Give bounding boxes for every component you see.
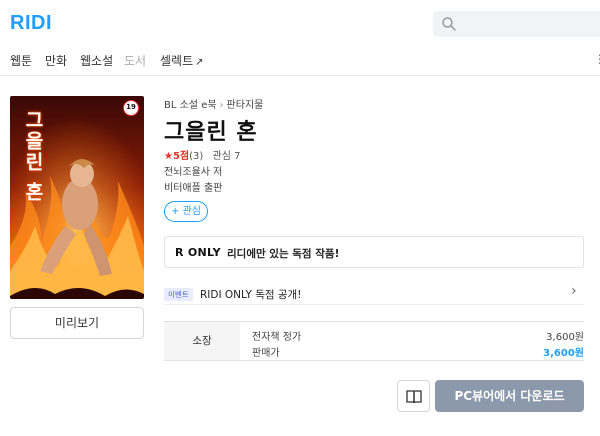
ridi-logo[interactable]: RIDI bbox=[10, 12, 52, 35]
ridi-only-logo: R ONLY bbox=[175, 246, 221, 259]
sale-price-label: 판매가 bbox=[252, 348, 280, 359]
rating-count[interactable]: (3) bbox=[189, 151, 203, 162]
price-table: 소장 전자책 정가 3,600원 판매가 3,600원 bbox=[164, 321, 584, 361]
event-text: RIDI ONLY 독점 공개! bbox=[200, 289, 302, 301]
open-book-button[interactable] bbox=[397, 380, 430, 412]
nav-item-select[interactable]: 셀렉트 ↗ bbox=[160, 52, 204, 69]
add-interest-button[interactable]: + 관심 bbox=[164, 201, 208, 222]
chevron-right-icon: › bbox=[219, 100, 224, 111]
preview-button[interactable]: 미리보기 bbox=[10, 307, 144, 339]
ebook-price-label: 전자책 정가 bbox=[252, 332, 302, 343]
nav-item-webnovel[interactable]: 웹소설 bbox=[80, 52, 113, 69]
ebook-price-value: 3,600원 bbox=[546, 332, 584, 343]
breadcrumb-genre[interactable]: 판타지물 bbox=[227, 100, 264, 111]
header: RIDI bbox=[0, 0, 600, 48]
nav-item-select-label: 셀렉트 bbox=[160, 54, 194, 68]
ridi-only-text: 리디에만 있는 독점 작품! bbox=[227, 248, 340, 260]
ridi-only-banner: R ONLY 리디에만 있는 독점 작품! bbox=[164, 236, 584, 268]
event-row[interactable]: 이벤트 RIDI ONLY 독점 공개! › bbox=[164, 283, 584, 305]
event-tag: 이벤트 bbox=[164, 288, 193, 301]
age-rating-badge: 19 bbox=[123, 100, 139, 116]
book-title: 그을린 혼 bbox=[164, 120, 258, 145]
cover-title-art: 그을린 혼 bbox=[22, 110, 44, 203]
book-cover[interactable]: 19 그을린 혼 bbox=[10, 96, 144, 299]
author[interactable]: 전뇌조율사 저 bbox=[164, 163, 222, 178]
rating-score: 5점 bbox=[172, 151, 190, 162]
nav-item-comics[interactable]: 만화 bbox=[45, 52, 67, 69]
star-icon: ★ bbox=[164, 151, 173, 162]
breadcrumb-category[interactable]: BL 소설 e북 bbox=[164, 100, 217, 111]
book-icon bbox=[406, 390, 422, 404]
chevron-right-icon: › bbox=[571, 283, 577, 299]
breadcrumb: BL 소설 e북 › 판타지물 bbox=[164, 96, 263, 111]
publisher[interactable]: 비터애플 출판 bbox=[164, 179, 222, 194]
sale-price-value: 3,600원 bbox=[543, 348, 584, 359]
nav-item-books[interactable]: 도서 bbox=[124, 52, 146, 69]
search-icon bbox=[442, 17, 456, 31]
more-menu-icon[interactable]: ⋮ bbox=[594, 52, 600, 66]
external-link-icon: ↗ bbox=[195, 57, 204, 68]
rating-line: ★5점(3) 관심 7 bbox=[164, 147, 240, 162]
interest-count: 관심 7 bbox=[212, 151, 241, 162]
top-nav: 웹툰 만화 웹소설 도서 셀렉트 ↗ ⋮ bbox=[0, 48, 600, 76]
nav-item-webtoon[interactable]: 웹툰 bbox=[10, 52, 32, 69]
pc-viewer-download-button[interactable]: PC뷰어에서 다운로드 bbox=[435, 380, 584, 412]
search-input[interactable] bbox=[433, 11, 600, 37]
price-type-label: 소장 bbox=[164, 322, 240, 360]
